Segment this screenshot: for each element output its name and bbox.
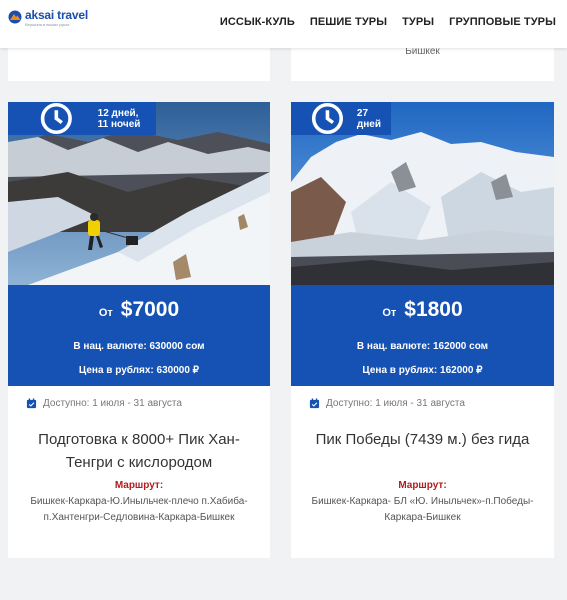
- price-rubles: Цена в рублях: 630000 ₽: [78, 365, 200, 376]
- route-text: Бишкек-Каркара- БЛ «Ю. Иныльчек»-п.Побед…: [311, 496, 534, 523]
- price-usd: $1800: [404, 298, 463, 321]
- tour-card-pobeda[interactable]: 27 дней От $1800 В нац. валюте: 162000 с…: [291, 102, 554, 558]
- duration-text: 12 дней, 11 ночей: [97, 107, 141, 130]
- price-box: От $7000 В нац. валюте: 630000 сом Цена …: [8, 285, 270, 386]
- logo-tagline: Вершина в ваших руках: [25, 22, 70, 27]
- price-local-currency: В нац. валюте: 162000 сом: [356, 341, 489, 352]
- tour-title[interactable]: Пик Победы (7439 м.) без гида: [301, 428, 544, 451]
- availability-text: Доступно: 1 июля - 31 августа: [43, 398, 182, 409]
- tour-photo[interactable]: 12 дней, 11 ночей: [8, 102, 270, 285]
- calendar-check-icon: [26, 398, 37, 409]
- clock-icon: [311, 102, 343, 135]
- price-rubles: Цена в рублях: 162000 ₽: [362, 365, 483, 376]
- nav-item-group-tours[interactable]: ГРУППОВЫЕ ТУРЫ: [449, 16, 556, 28]
- main-nav: ИССЫК-КУЛЬ ПЕШИЕ ТУРЫ ТУРЫ ГРУППОВЫЕ ТУР…: [220, 16, 556, 28]
- availability-text: Доступно: 1 июля - 31 августа: [326, 398, 465, 409]
- duration-badge: 27 дней: [291, 102, 391, 135]
- price-from-label: От: [382, 307, 397, 319]
- clock-icon: [40, 102, 72, 135]
- price-local-currency: В нац. валюте: 630000 сом: [73, 341, 205, 352]
- logo-name: aksai travel: [25, 8, 88, 22]
- tour-card-khan-tengri[interactable]: 12 дней, 11 ночей От $7000 В нац. валюте…: [8, 102, 270, 558]
- duration-text: 27 дней: [356, 107, 382, 130]
- tour-title[interactable]: Подготовка к 8000+ Пик Хан-Тенгри с кисл…: [18, 428, 260, 474]
- price-from-label: От: [98, 307, 113, 319]
- tour-photo[interactable]: 27 дней: [291, 102, 554, 285]
- availability: Доступно: 1 июля - 31 августа: [26, 398, 182, 409]
- nav-item-tours[interactable]: ТУРЫ: [402, 16, 434, 28]
- price-box: От $1800 В нац. валюте: 162000 сом Цена …: [291, 285, 554, 386]
- route-label: Маршрут:: [398, 480, 447, 491]
- route-text: Бишкек-Каркара-Ю.Иныльчек-плечо п.Хабиба…: [30, 496, 248, 523]
- nav-item-issyk-kul[interactable]: ИССЫК-КУЛЬ: [220, 16, 295, 28]
- price-usd: $7000: [120, 298, 180, 321]
- calendar-check-icon: [309, 398, 320, 409]
- logo-mark-icon: [8, 10, 22, 24]
- site-logo[interactable]: aksai travel Вершина в ваших руках: [8, 9, 88, 27]
- route-label: Маршрут:: [114, 480, 164, 491]
- site-header: aksai travel Вершина в ваших руках ИССЫК…: [0, 0, 567, 48]
- availability: Доступно: 1 июля - 31 августа: [309, 398, 465, 409]
- duration-badge: 12 дней, 11 ночей: [8, 102, 157, 135]
- nav-item-walking-tours[interactable]: ПЕШИЕ ТУРЫ: [310, 16, 387, 28]
